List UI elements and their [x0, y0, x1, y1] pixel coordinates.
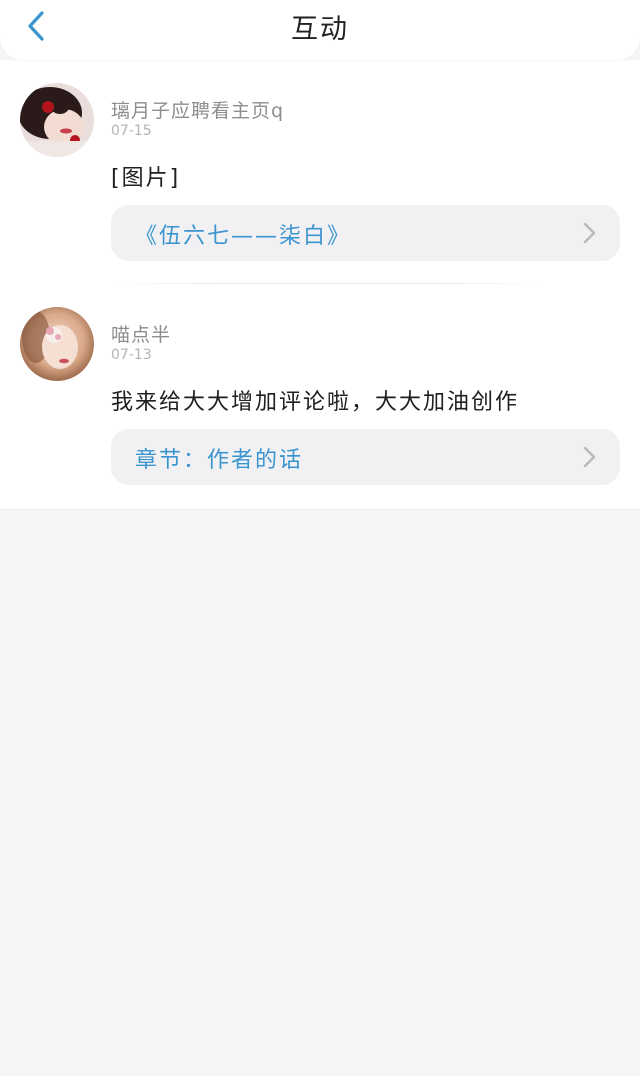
comment-text: 我来给大大增加评论啦，大大加油创作	[111, 390, 520, 415]
comment-date: 07-13	[111, 347, 152, 363]
user-name[interactable]: 璃月子应聘看主页q	[111, 96, 284, 123]
chevron-right-icon	[583, 446, 596, 468]
avatar[interactable]	[20, 83, 94, 157]
comment-list: 璃月子应聘看主页q 07-15 [图片] 《伍六七——柒白》 喵点半 07-13…	[0, 60, 640, 510]
comment-text: [图片]	[111, 166, 181, 191]
work-link-label: 《伍六七——柒白》	[135, 224, 352, 249]
user-name[interactable]: 喵点半	[111, 320, 171, 347]
divider	[111, 283, 546, 284]
header-bar: 互动	[0, 0, 640, 60]
chapter-link-card[interactable]: 章节：作者的话	[111, 429, 620, 485]
avatar[interactable]	[20, 307, 94, 381]
work-link-card[interactable]: 《伍六七——柒白》	[111, 205, 620, 261]
comment-date: 07-15	[111, 123, 152, 139]
page-title: 互动	[291, 14, 349, 45]
chapter-link-label: 章节：作者的话	[135, 448, 304, 473]
avatar-image	[20, 307, 94, 381]
chevron-right-icon	[583, 222, 596, 244]
avatar-image	[20, 83, 94, 157]
